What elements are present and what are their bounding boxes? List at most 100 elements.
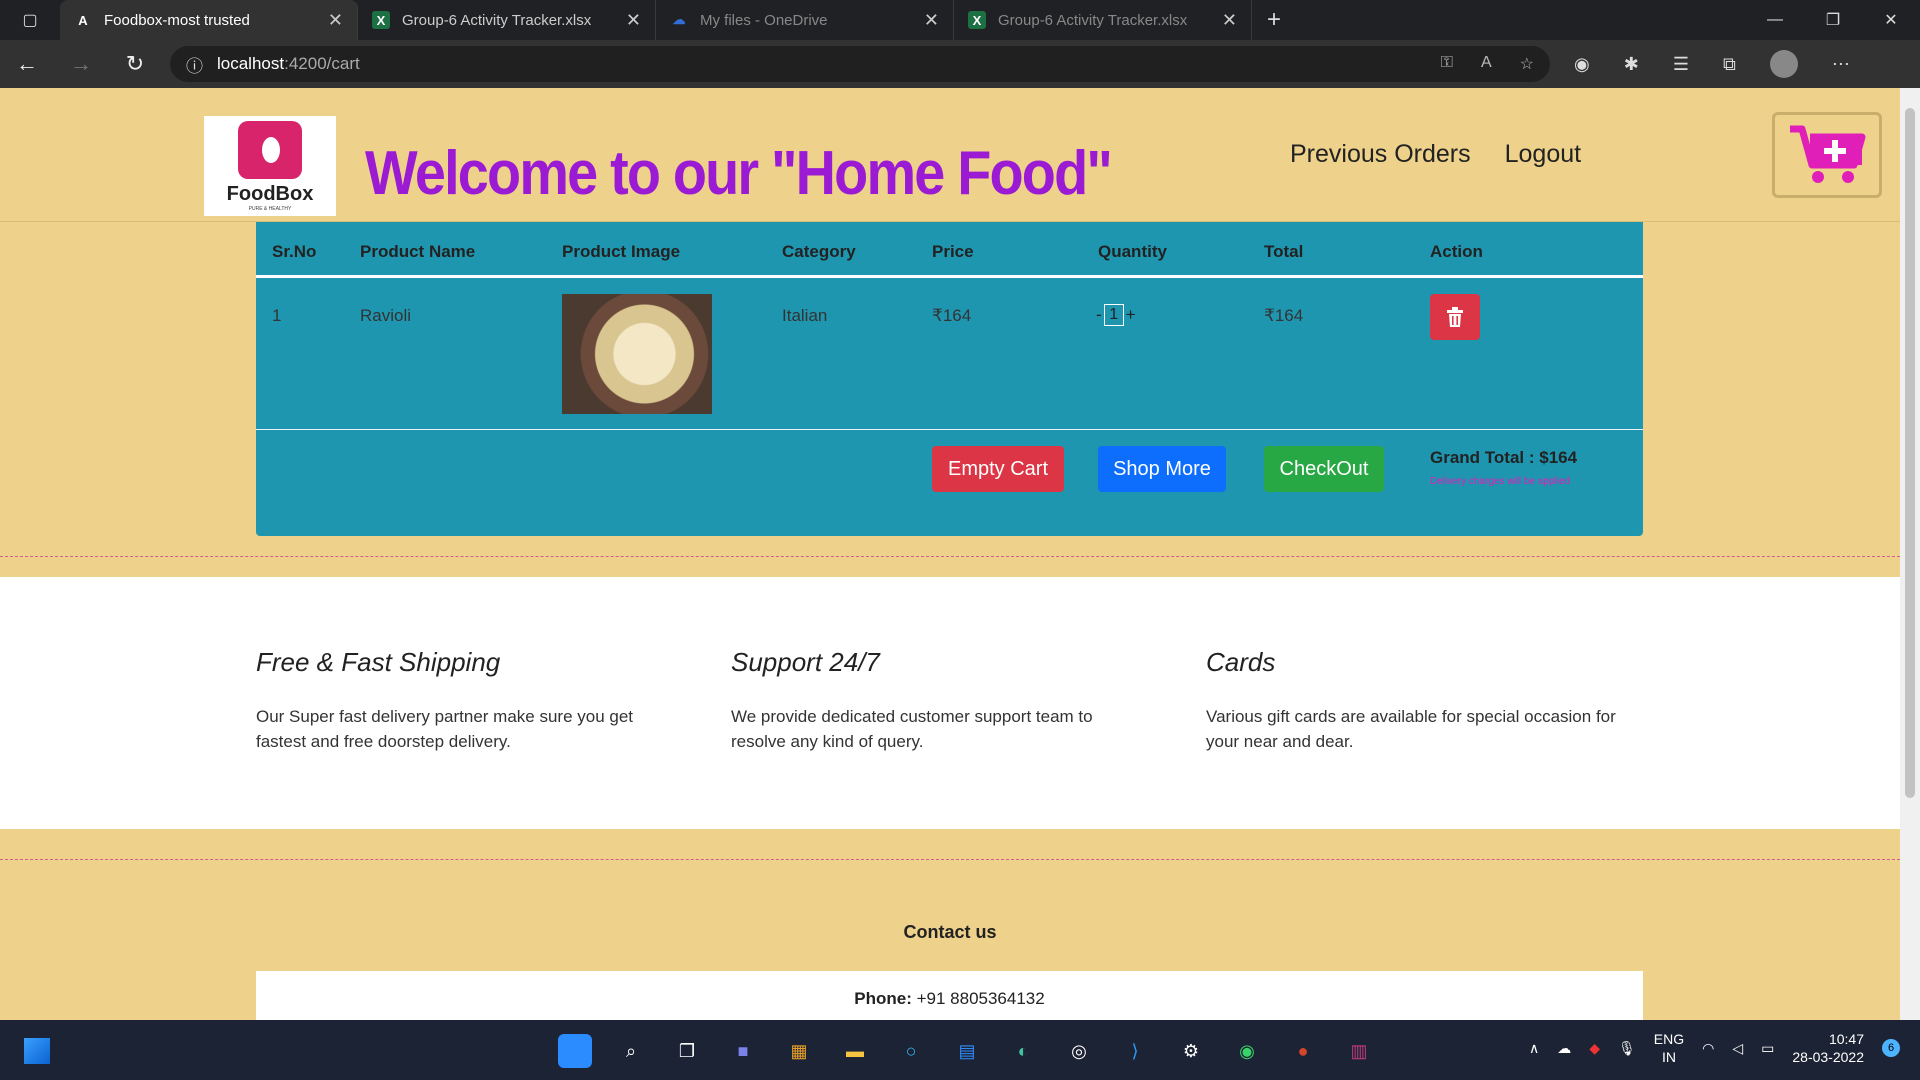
tab-foodbox[interactable]: A Foodbox-most trusted ✕ [60,0,358,40]
powerpoint-icon[interactable]: ● [1286,1034,1320,1068]
delivery-note: Delivery charges will be applied [1430,476,1571,487]
phone-value: +91 8805364132 [911,989,1045,1008]
tab-excel-2[interactable]: X Group-6 Activity Tracker.xlsx ✕ [954,0,1252,40]
cart-table: Sr.No Product Name Product Image Categor… [256,222,1643,536]
phone-label: Phone: [854,989,912,1008]
tab-title: My files - OneDrive [700,11,828,29]
nav-logout[interactable]: Logout [1505,140,1581,169]
windows-start-icon[interactable] [558,1034,592,1068]
wifi-icon[interactable]: ◠ [1702,1040,1714,1057]
favorites-icon[interactable]: ☰ [1673,54,1689,75]
logo-mark-icon [238,120,302,179]
extension-record-icon[interactable]: ◉ [1574,54,1590,75]
header-nav: Previous Orders Logout [1290,140,1581,169]
cell-product-name: Ravioli [360,306,412,325]
qty-input[interactable]: 1 [1103,304,1124,326]
contact-title: Contact us [903,922,997,942]
search-icon[interactable]: ⌕ [614,1034,648,1068]
col-product-image: Product Image [562,242,681,261]
col-action: Action [1430,242,1483,261]
grand-total: Grand Total : $164 [1430,448,1578,467]
more-icon[interactable]: ⋯ [1832,54,1850,75]
feature-shipping: Free & Fast Shipping Our Super fast deli… [256,647,676,754]
whatsapp-icon[interactable]: ◉ [1230,1034,1264,1068]
todo-icon[interactable]: ▤ [950,1034,984,1068]
edge-icon[interactable]: ◐ [1006,1034,1040,1068]
collections-icon[interactable]: ⧉ [1723,54,1736,75]
page-viewport: FoodBox PURE & HEALTHY Welcome to our "H… [0,88,1900,1020]
feature-title: Free & Fast Shipping [256,647,501,677]
tab-title: Group-6 Activity Tracker.xlsx [998,11,1188,29]
github-icon[interactable]: ◎ [1062,1034,1096,1068]
checkout-button[interactable]: CheckOut [1264,446,1384,492]
clock-date: 28-03-2022 [1792,1049,1864,1065]
nav-previous-orders[interactable]: Previous Orders [1290,140,1471,169]
col-price: Price [932,242,974,261]
col-total: Total [1264,242,1304,261]
file-explorer-icon[interactable]: ▬ [838,1034,872,1068]
quantity-stepper: - 1 + [1096,304,1136,326]
close-icon[interactable]: ✕ [1222,10,1237,31]
forward-icon[interactable]: → [54,51,108,77]
new-tab-button[interactable]: + [1252,0,1296,40]
task-view-icon[interactable]: ❐ [670,1034,704,1068]
feature-text: Various gift cards are available for spe… [1206,707,1616,751]
close-icon[interactable]: ✕ [924,10,939,31]
window-close-icon[interactable]: ✕ [1862,0,1920,40]
notification-badge[interactable]: 6 [1882,1039,1900,1057]
teams-chat-icon[interactable]: ■ [726,1034,760,1068]
winrar-icon[interactable]: ▥ [1342,1034,1376,1068]
page-scrollbar[interactable] [1900,88,1920,1020]
delete-item-button[interactable] [1430,294,1480,340]
key-icon[interactable]: ⚿ [1441,54,1453,74]
scrollbar-thumb[interactable] [1905,108,1915,798]
onedrive-tray-icon[interactable]: ☁ [1557,1040,1571,1057]
microphone-icon[interactable]: 🎙 [1618,1040,1636,1057]
close-icon[interactable]: ✕ [328,10,343,31]
back-icon[interactable]: ← [0,51,54,77]
language-indicator[interactable]: ENG IN [1654,1030,1684,1066]
cell-total: ₹164 [1264,306,1304,325]
cell-category: Italian [782,306,828,325]
minimize-icon[interactable]: — [1746,0,1804,40]
add-favorite-icon[interactable]: ☆ [1520,54,1534,74]
contact-box: Phone: +91 8805364132 [256,971,1643,1020]
extensions-icon[interactable]: ✱ [1624,54,1639,75]
feature-text: We provide dedicated customer support te… [731,707,1093,751]
chevron-up-icon[interactable]: ∧ [1529,1040,1539,1057]
cortana-icon[interactable]: ○ [894,1034,928,1068]
url-path: :4200/cart [284,54,360,73]
settings-icon[interactable]: ⚙ [1174,1034,1208,1068]
profile-avatar[interactable] [1769,50,1798,78]
divider [0,556,1900,557]
onedrive-icon: ☁ [672,12,686,27]
vscode-icon[interactable]: ⟩ [1118,1034,1152,1068]
shop-more-button[interactable]: Shop More [1098,446,1226,492]
antivirus-icon[interactable]: ◆ [1589,1040,1600,1057]
refresh-icon[interactable]: ↻ [108,51,162,77]
address-bar[interactable]: ⓘ localhost:4200/cart ⚿ A ☆ [170,46,1550,82]
cart-button[interactable] [1772,112,1882,198]
foodbox-logo[interactable]: FoodBox PURE & HEALTHY [204,116,336,216]
battery-icon[interactable]: ▭ [1761,1040,1774,1057]
start-icon[interactable] [24,1038,50,1064]
qty-decrement-button[interactable]: - [1096,305,1102,325]
tab-title: Group-6 Activity Tracker.xlsx [402,11,592,29]
browser-tab-bar: ▢ A Foodbox-most trusted ✕ X Group-6 Act… [0,0,1920,40]
divider [0,859,1900,860]
store-icon[interactable]: ▦ [782,1034,816,1068]
close-icon[interactable]: ✕ [626,10,641,31]
url-host: localhost [217,54,285,73]
empty-cart-button[interactable]: Empty Cart [932,446,1064,492]
tab-excel-1[interactable]: X Group-6 Activity Tracker.xlsx ✕ [358,0,656,40]
tab-onedrive[interactable]: ☁ My files - OneDrive ✕ [656,0,954,40]
qty-increment-button[interactable]: + [1126,305,1136,325]
clock[interactable]: 10:47 28-03-2022 [1792,1030,1864,1066]
restore-icon[interactable]: ❐ [1804,0,1862,40]
read-aloud-icon[interactable]: A [1481,54,1492,74]
tab-actions-icon[interactable]: ▢ [0,0,60,40]
cart-plus-icon [1790,125,1866,183]
volume-icon[interactable]: ◁ [1732,1040,1743,1057]
info-icon[interactable]: ⓘ [186,52,203,77]
col-category: Category [782,242,856,261]
